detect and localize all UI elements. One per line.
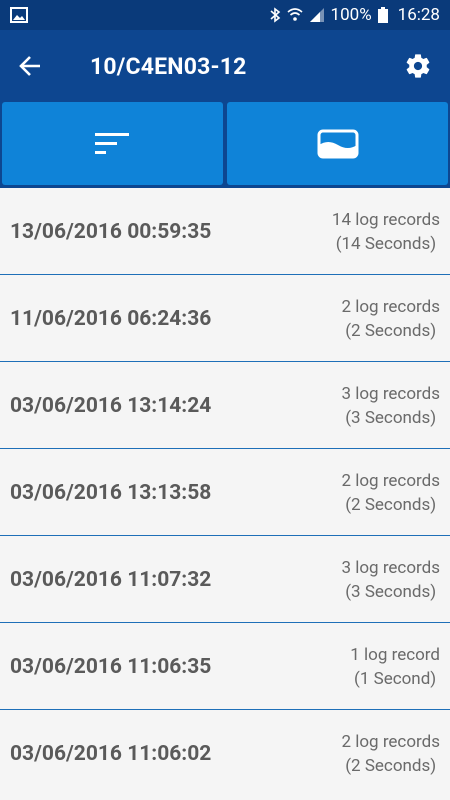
list-item[interactable]: 03/06/2016 13:13:58 2 log records (2 Sec… (0, 449, 450, 536)
storage-icon (317, 129, 358, 158)
signal-icon (309, 8, 324, 22)
gear-icon (406, 54, 430, 78)
list-item[interactable]: 03/06/2016 11:06:35 1 log record (1 Seco… (0, 623, 450, 710)
arrow-back-icon (19, 56, 40, 76)
log-count: 3 log records (341, 383, 440, 404)
log-duration: (1 Second) (354, 668, 437, 689)
status-bar: 100% 16:28 (0, 0, 450, 30)
status-right: 100% 16:28 (269, 5, 440, 25)
log-count: 2 log records (341, 296, 440, 317)
log-duration: (2 Seconds) (345, 320, 437, 341)
list-item[interactable]: 03/06/2016 13:14:24 3 log records (3 Sec… (0, 362, 450, 449)
log-meta: 2 log records (2 Seconds) (341, 275, 440, 362)
log-count: 2 log records (341, 470, 440, 491)
log-list: 13/06/2016 00:59:35 14 log records (14 S… (0, 188, 450, 797)
list-item[interactable]: 13/06/2016 00:59:35 14 log records (14 S… (0, 188, 450, 275)
log-datetime: 03/06/2016 11:06:02 (10, 741, 212, 766)
log-duration: (2 Seconds) (345, 755, 437, 776)
battery-icon (377, 7, 388, 23)
list-item[interactable]: 03/06/2016 11:06:02 2 log records (2 Sec… (0, 710, 450, 797)
log-duration: (2 Seconds) (345, 494, 437, 515)
toolbar (0, 102, 450, 188)
settings-button[interactable] (400, 48, 436, 84)
list-item[interactable]: 11/06/2016 06:24:36 2 log records (2 Sec… (0, 275, 450, 362)
log-count: 1 log record (350, 644, 440, 665)
log-meta: 1 log record (1 Second) (350, 623, 440, 710)
log-duration: (14 Seconds) (335, 233, 437, 254)
log-meta: 2 log records (2 Seconds) (341, 710, 440, 797)
log-datetime: 13/06/2016 00:59:35 (10, 219, 212, 244)
gallery-notification-icon (10, 7, 28, 23)
battery-percentage: 100% (330, 5, 372, 25)
log-datetime: 03/06/2016 13:14:24 (10, 393, 212, 418)
log-datetime: 03/06/2016 11:07:32 (10, 567, 212, 592)
log-meta: 3 log records (3 Seconds) (341, 536, 440, 623)
sort-button[interactable] (2, 102, 223, 185)
app-bar: 10/C4EN03-12 (0, 30, 450, 102)
status-time: 16:28 (397, 5, 440, 25)
log-meta: 3 log records (3 Seconds) (341, 362, 440, 449)
log-datetime: 03/06/2016 11:06:35 (10, 654, 212, 679)
back-button[interactable] (0, 30, 60, 102)
log-datetime: 03/06/2016 13:13:58 (10, 480, 212, 505)
sort-icon (94, 132, 129, 154)
log-duration: (3 Seconds) (345, 581, 437, 602)
bluetooth-icon (270, 7, 280, 23)
log-datetime: 11/06/2016 06:24:36 (10, 306, 212, 331)
log-meta: 2 log records (2 Seconds) (341, 449, 440, 536)
wifi-icon (287, 8, 303, 21)
log-meta: 14 log records (14 Seconds) (332, 188, 440, 275)
list-item[interactable]: 03/06/2016 11:07:32 3 log records (3 Sec… (0, 536, 450, 623)
status-left (10, 7, 28, 23)
storage-button[interactable] (227, 102, 448, 185)
log-duration: (3 Seconds) (345, 407, 437, 428)
log-count: 14 log records (331, 209, 440, 230)
page-title: 10/C4EN03-12 (90, 52, 247, 80)
log-count: 2 log records (341, 731, 440, 752)
log-count: 3 log records (341, 557, 440, 578)
